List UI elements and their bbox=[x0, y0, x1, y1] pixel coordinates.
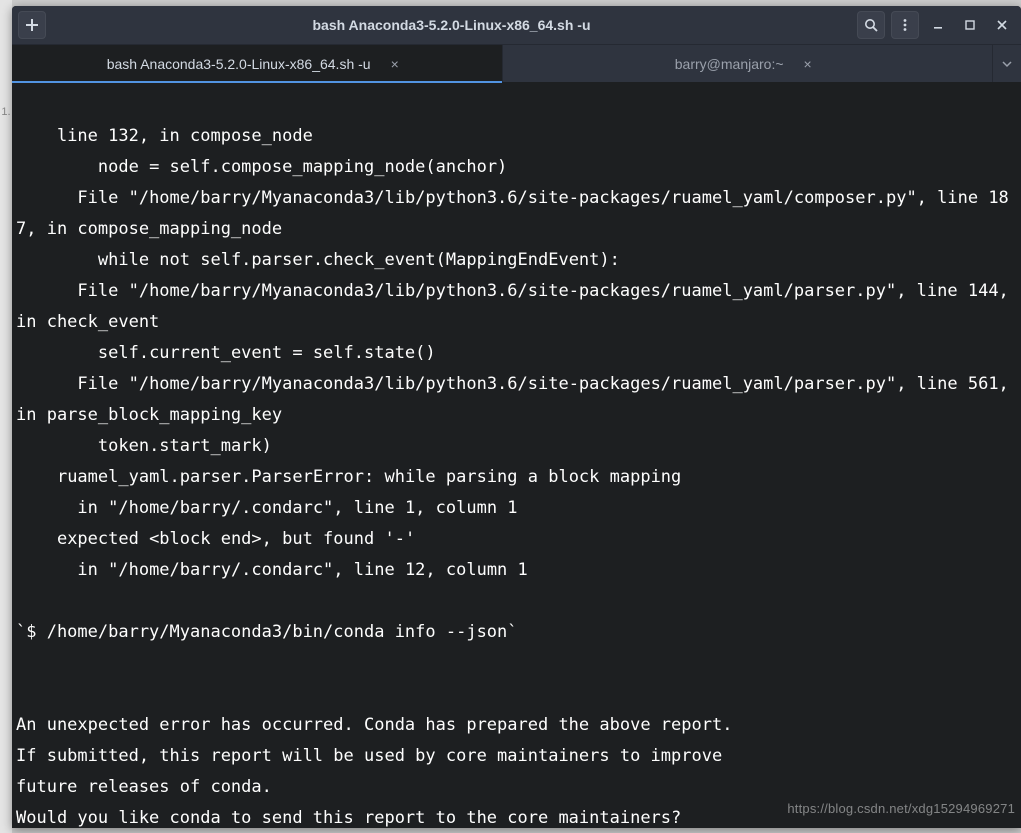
terminal-line: An unexpected error has occurred. Conda … bbox=[16, 715, 732, 735]
tab-bar: bash Anaconda3-5.2.0-Linux-x86_64.sh -u … bbox=[12, 44, 1021, 82]
close-icon bbox=[996, 19, 1008, 31]
titlebar: bash Anaconda3-5.2.0-Linux-x86_64.sh -u bbox=[12, 6, 1021, 44]
gutter-line: 1. bbox=[0, 106, 12, 118]
maximize-icon bbox=[964, 19, 976, 31]
tab-label: barry@manjaro:~ bbox=[675, 56, 784, 72]
terminal-line: File "/home/barry/Myanaconda3/lib/python… bbox=[16, 374, 1019, 425]
window-title: bash Anaconda3-5.2.0-Linux-x86_64.sh -u bbox=[52, 17, 851, 33]
terminal-output[interactable]: line 132, in compose_node node = self.co… bbox=[12, 82, 1021, 828]
terminal-line: node = self.compose_mapping_node(anchor) bbox=[16, 157, 507, 177]
tab-label: bash Anaconda3-5.2.0-Linux-x86_64.sh -u bbox=[107, 56, 371, 72]
terminal-line: future releases of conda. bbox=[16, 777, 272, 797]
new-tab-button[interactable] bbox=[18, 11, 46, 39]
terminal-line: expected <block end>, but found '-' bbox=[16, 529, 415, 549]
editor-gutter: 1. bbox=[0, 0, 12, 833]
tab-close-0[interactable]: × bbox=[383, 56, 407, 72]
terminal-line: self.current_event = self.state() bbox=[16, 343, 436, 363]
tab-1[interactable]: barry@manjaro:~ × bbox=[503, 45, 994, 82]
minimize-icon bbox=[932, 19, 944, 31]
minimize-button[interactable] bbox=[925, 12, 951, 38]
terminal-line: while not self.parser.check_event(Mappin… bbox=[16, 250, 620, 270]
plus-icon bbox=[25, 18, 39, 32]
search-icon bbox=[864, 18, 878, 32]
chevron-down-icon bbox=[1002, 59, 1012, 69]
tab-0[interactable]: bash Anaconda3-5.2.0-Linux-x86_64.sh -u … bbox=[12, 45, 503, 82]
terminal-line: in "/home/barry/.condarc", line 1, colum… bbox=[16, 498, 518, 518]
kebab-icon bbox=[898, 18, 912, 32]
maximize-button[interactable] bbox=[957, 12, 983, 38]
tab-close-1[interactable]: × bbox=[796, 56, 820, 72]
terminal-line: in "/home/barry/.condarc", line 12, colu… bbox=[16, 560, 528, 580]
menu-button[interactable] bbox=[891, 11, 919, 39]
terminal-line: File "/home/barry/Myanaconda3/lib/python… bbox=[16, 281, 1019, 332]
terminal-line: If submitted, this report will be used b… bbox=[16, 746, 722, 766]
terminal-line: `$ /home/barry/Myanaconda3/bin/conda inf… bbox=[16, 622, 518, 642]
terminal-line: line 132, in compose_node bbox=[57, 126, 313, 146]
terminal-line: Would you like conda to send this report… bbox=[16, 808, 681, 828]
terminal-line: ruamel_yaml.parser.ParserError: while pa… bbox=[16, 467, 681, 487]
terminal-line: File "/home/barry/Myanaconda3/lib/python… bbox=[16, 188, 1009, 239]
terminal-window: bash Anaconda3-5.2.0-Linux-x86_64.sh -u bbox=[12, 6, 1021, 828]
search-button[interactable] bbox=[857, 11, 885, 39]
tab-dropdown[interactable] bbox=[993, 45, 1021, 82]
watermark: https://blog.csdn.net/xdg15294969271 bbox=[787, 793, 1015, 824]
terminal-line: token.start_mark) bbox=[16, 436, 272, 456]
close-button[interactable] bbox=[989, 12, 1015, 38]
